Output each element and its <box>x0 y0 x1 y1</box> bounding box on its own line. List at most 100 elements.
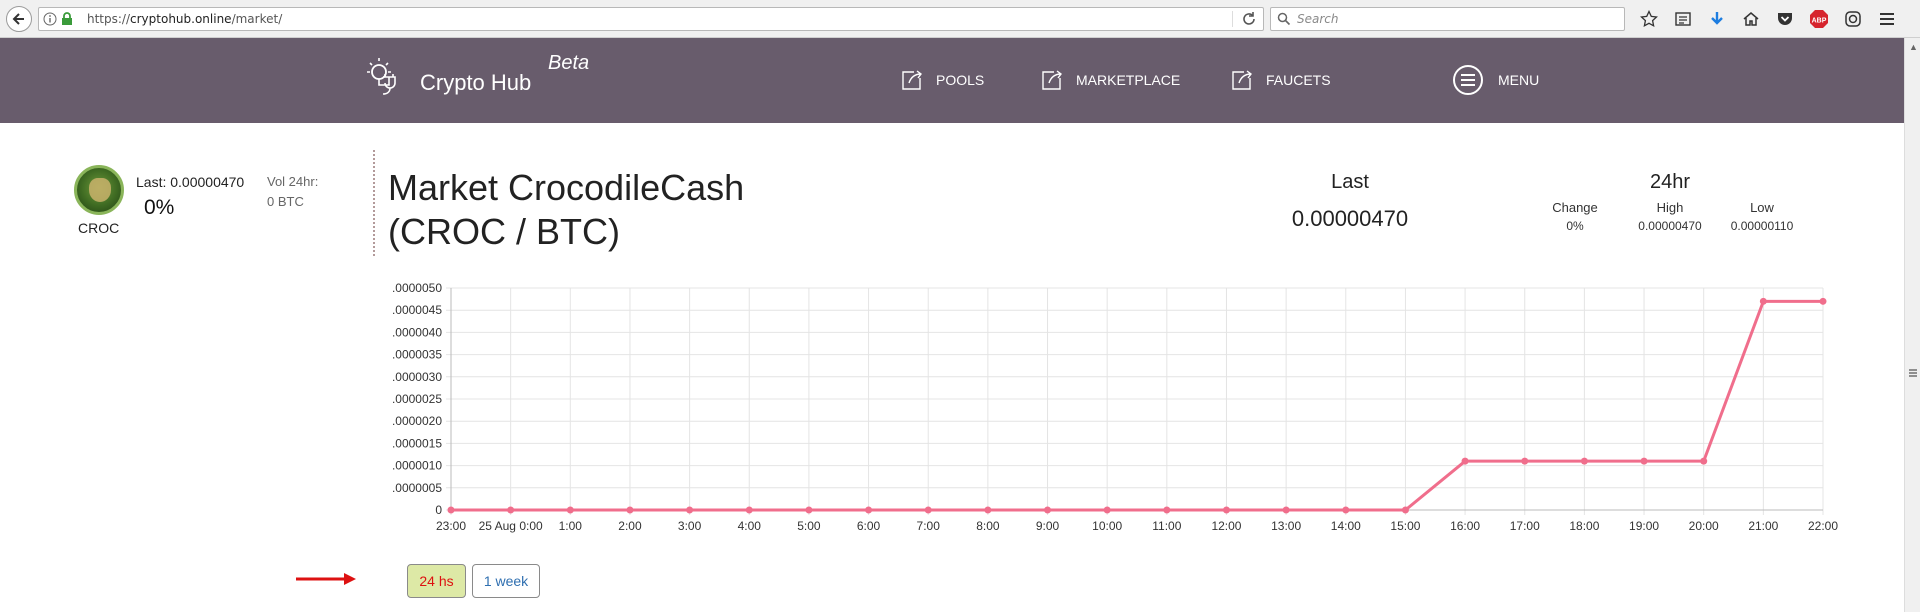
nav-pools-label: POOLS <box>936 72 985 88</box>
croc-coin-logo[interactable] <box>74 165 124 215</box>
stat-low: Low 0.00000110 <box>1722 200 1802 233</box>
menu-button[interactable]: MENU <box>1452 64 1539 96</box>
nav-pools[interactable]: POOLS <box>900 68 984 92</box>
nav-faucets[interactable]: FAUCETS <box>1230 68 1331 92</box>
data-point <box>865 506 873 514</box>
coin-change: 0% <box>144 196 175 219</box>
data-point <box>686 506 694 514</box>
data-point <box>1103 506 1111 514</box>
y-tick-label: .0000020 <box>392 414 442 428</box>
data-point <box>1580 457 1588 465</box>
market-title-line2: (CROC / BTC) <box>388 211 620 252</box>
x-tick-label: 7:00 <box>917 519 941 533</box>
x-tick-label: 1:00 <box>559 519 583 533</box>
menu-label: MENU <box>1498 72 1540 88</box>
y-tick-label: .0000035 <box>392 348 442 362</box>
beta-badge: Beta <box>548 52 590 74</box>
x-tick-label: 18:00 <box>1569 519 1599 533</box>
x-tick-label: 8:00 <box>976 519 1000 533</box>
url-divider <box>1232 11 1233 27</box>
stat-low-value: 0.00000110 <box>1730 219 1794 233</box>
range-24h-button[interactable]: 24 hs <box>407 564 466 598</box>
pocket-icon[interactable] <box>1772 8 1798 30</box>
toolbar-icons: ABP <box>1636 8 1900 30</box>
data-point <box>1401 506 1409 514</box>
search-bar[interactable]: Search <box>1270 7 1625 31</box>
svg-text:ABP: ABP <box>1812 18 1827 25</box>
x-tick-label: 12:00 <box>1211 519 1241 533</box>
x-tick-label: 22:00 <box>1808 519 1838 533</box>
scroll-thumb[interactable] <box>1908 330 1918 380</box>
data-point <box>745 506 753 514</box>
nav-marketplace[interactable]: MARKETPLACE <box>1040 68 1180 92</box>
coin-symbol[interactable]: CROC <box>78 220 119 236</box>
url-bar[interactable]: https://cryptohub.online/market/ <box>38 7 1264 31</box>
y-tick-label: .0000040 <box>392 325 442 339</box>
data-point <box>447 506 455 514</box>
brand-name[interactable]: Crypto Hub <box>420 70 531 96</box>
x-tick-label: 2:00 <box>618 519 642 533</box>
page-scrollbar[interactable]: ▲ <box>1904 38 1920 612</box>
x-tick-label: 5:00 <box>797 519 821 533</box>
x-tick-label: 3:00 <box>678 519 702 533</box>
back-button[interactable] <box>6 6 32 32</box>
star-icon[interactable] <box>1636 8 1662 30</box>
stat-change: Change 0% <box>1545 200 1605 233</box>
download-icon[interactable] <box>1704 8 1730 30</box>
nav-marketplace-label: MARKETPLACE <box>1076 72 1181 88</box>
url-text: https://cryptohub.online/market/ <box>87 12 283 26</box>
coin-last-value: 0.00000470 <box>170 174 245 190</box>
lightbulb-plug-icon[interactable] <box>365 56 409 100</box>
x-tick-label: 6:00 <box>857 519 881 533</box>
x-tick-label: 21:00 <box>1748 519 1778 533</box>
last-heading: Last <box>1331 171 1369 193</box>
home-icon[interactable] <box>1738 8 1764 30</box>
y-tick-label: .0000015 <box>392 436 442 450</box>
x-tick-label: 25 Aug 0:00 <box>479 519 543 533</box>
hamburger-menu-icon[interactable] <box>1874 8 1900 30</box>
data-point <box>1044 506 1052 514</box>
y-tick-label: .0000025 <box>392 392 442 406</box>
data-point <box>1342 506 1350 514</box>
data-point <box>984 506 992 514</box>
vertical-divider <box>373 150 375 256</box>
x-tick-label: 16:00 <box>1450 519 1480 533</box>
vol-label: Vol 24hr: <box>267 174 319 189</box>
data-point <box>924 506 932 514</box>
red-arrow-icon <box>296 573 356 585</box>
range-1week-button[interactable]: 1 week <box>472 564 540 598</box>
adblock-icon[interactable]: ABP <box>1806 8 1832 30</box>
x-tick-label: 10:00 <box>1092 519 1122 533</box>
data-point <box>1461 457 1469 465</box>
stat-high-value: 0.00000470 <box>1638 219 1702 233</box>
x-tick-label: 13:00 <box>1271 519 1301 533</box>
x-tick-label: 19:00 <box>1629 519 1659 533</box>
external-link-icon <box>1042 70 1062 90</box>
info-icon[interactable] <box>43 12 57 26</box>
stat-high-label: High <box>1656 200 1684 215</box>
y-tick-label: .0000030 <box>392 370 442 384</box>
search-placeholder: Search <box>1297 12 1339 26</box>
data-point <box>1819 297 1827 305</box>
last-price: 0.00000470 <box>1291 206 1409 231</box>
scroll-up-arrow-icon[interactable]: ▲ <box>1909 42 1918 52</box>
stat-change-label: Change <box>1552 200 1598 215</box>
sync-icon[interactable] <box>1840 8 1866 30</box>
data-point <box>1163 506 1171 514</box>
data-point <box>805 506 813 514</box>
x-tick-label: 4:00 <box>738 519 762 533</box>
x-tick-label: 20:00 <box>1689 519 1719 533</box>
data-point <box>566 506 574 514</box>
y-tick-label: .0000045 <box>392 303 442 317</box>
market-title-line1: Market CrocodileCash <box>388 167 745 208</box>
page-title: Market CrocodileCash (CROC / BTC) <box>388 166 808 254</box>
period-heading: 24hr <box>1649 171 1691 193</box>
external-link-icon <box>902 70 922 90</box>
back-arrow-icon <box>12 13 24 25</box>
reading-list-icon[interactable] <box>1670 8 1696 30</box>
data-point <box>1222 506 1230 514</box>
price-chart[interactable]: 0 .0000005 .0000010 .0000015 .0000020 .000002… <box>380 280 1850 540</box>
y-tick-label: .0000010 <box>392 459 442 473</box>
reload-icon[interactable] <box>1241 11 1257 27</box>
x-tick-label: 9:00 <box>1036 519 1060 533</box>
